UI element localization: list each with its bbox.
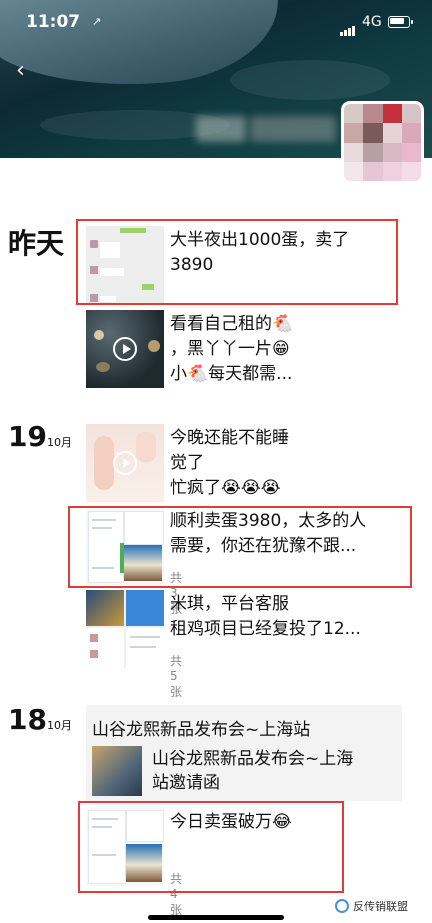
share-thumbnail bbox=[92, 746, 142, 796]
avatar[interactable] bbox=[344, 104, 421, 181]
image-count: 共5张 bbox=[170, 654, 183, 699]
blurred-name bbox=[196, 116, 246, 142]
blurred-name bbox=[250, 116, 336, 142]
play-icon bbox=[113, 337, 137, 361]
video-thumb bbox=[86, 424, 164, 502]
video-thumb bbox=[86, 310, 164, 388]
day-number: 18 bbox=[8, 703, 47, 736]
image-collage-thumb bbox=[86, 590, 164, 668]
day-label-19: 1910月 bbox=[8, 420, 72, 453]
highlight-box bbox=[68, 506, 412, 588]
post-text: 看看自己租的🐔 ，黑丫丫一片😁 小🐔每天都需... bbox=[170, 314, 294, 384]
battery-icon bbox=[388, 16, 413, 28]
back-icon[interactable]: ‹ bbox=[16, 58, 25, 83]
highlight-box bbox=[78, 801, 344, 893]
location-icon: ↗ bbox=[92, 15, 102, 28]
post-text: 米琪，平台客服 租鸡项目已经复投了12... bbox=[170, 594, 361, 639]
highlight-box bbox=[76, 219, 398, 305]
month-label: 10月 bbox=[46, 436, 72, 449]
play-icon bbox=[113, 451, 137, 475]
share-card[interactable]: 山谷龙熙新品发布会~上海 站邀请函 bbox=[92, 746, 396, 796]
post-text: 今晚还能不能睡 觉了 忙疯了😭😭😭 bbox=[170, 428, 289, 498]
day-label-yesterday: 昨天 bbox=[8, 227, 65, 260]
shared-article[interactable]: 山谷龙熙新品发布会~上海站 山谷龙熙新品发布会~上海 站邀请函 bbox=[86, 705, 402, 801]
month-label: 10月 bbox=[46, 719, 72, 732]
day-number: 19 bbox=[8, 420, 47, 453]
status-bar: 11:07 ↗ 4G bbox=[0, 0, 432, 44]
share-card-text: 山谷龙熙新品发布会~上海 站邀请函 bbox=[152, 749, 354, 793]
status-time: 11:07 bbox=[26, 12, 81, 32]
signal-icon bbox=[340, 17, 356, 36]
day-label-18: 1810月 bbox=[8, 703, 72, 736]
wechat-logo-icon bbox=[335, 899, 349, 913]
water-ripple bbox=[230, 60, 390, 100]
home-indicator[interactable] bbox=[148, 915, 284, 920]
network-type: 4G bbox=[362, 14, 382, 30]
watermark: 反传销联盟 bbox=[335, 898, 408, 914]
watermark-text: 反传销联盟 bbox=[353, 900, 408, 913]
share-title: 山谷龙熙新品发布会~上海站 bbox=[92, 720, 311, 740]
